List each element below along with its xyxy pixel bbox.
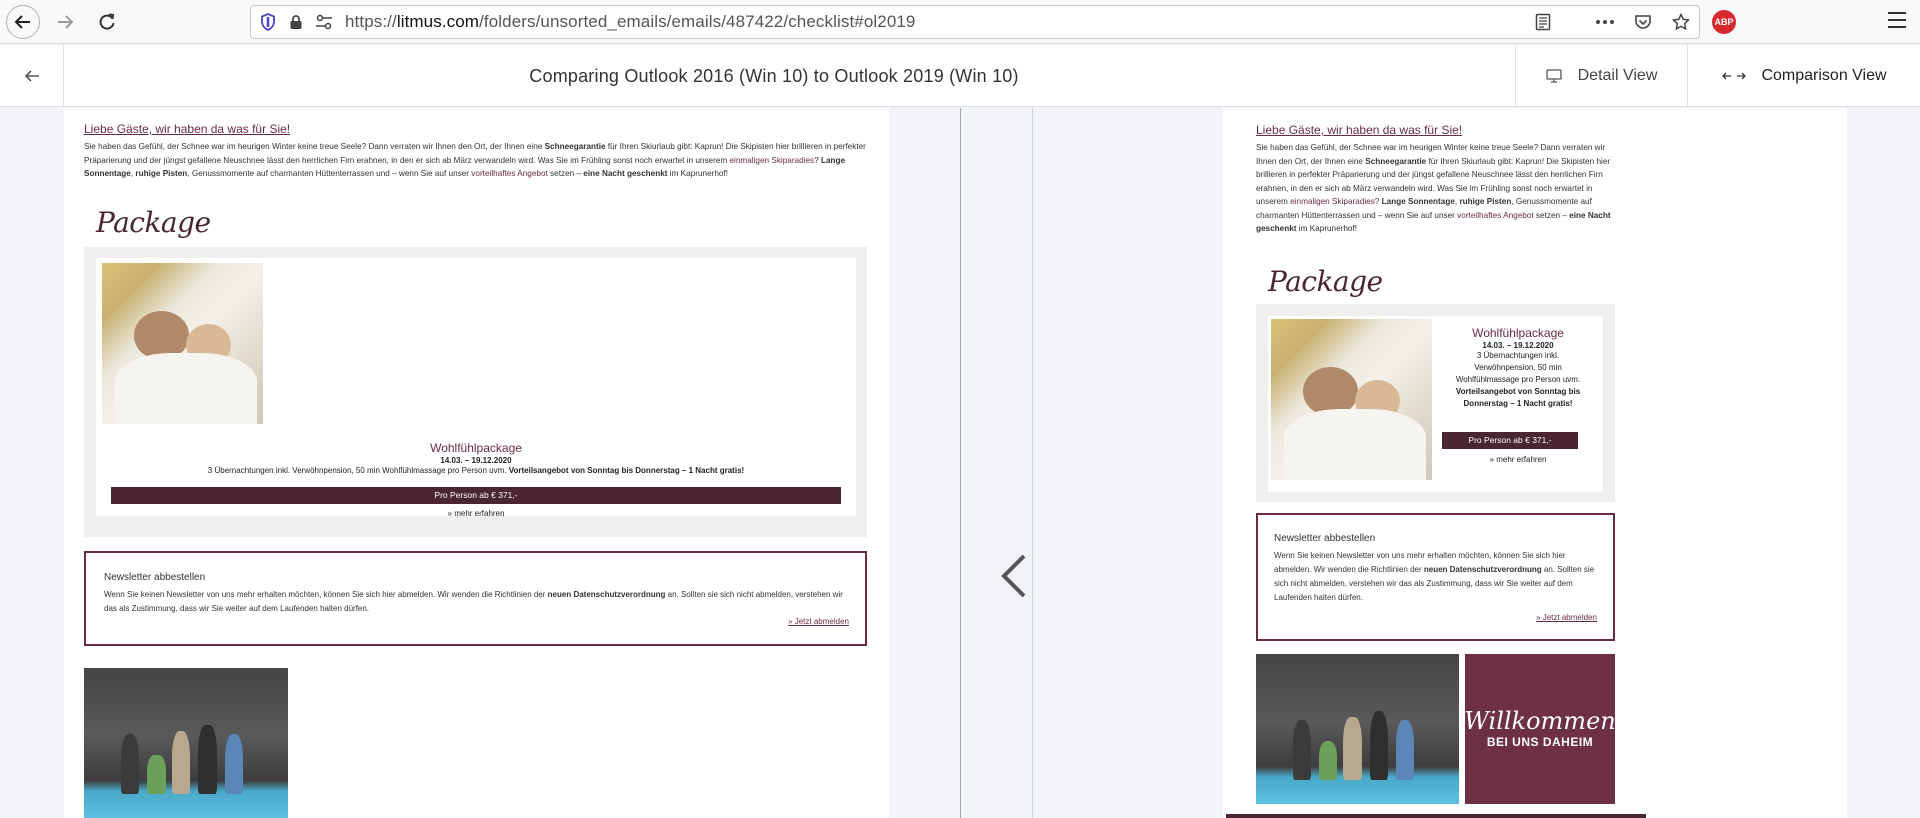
package-name: Wohlfühlpackage <box>430 441 522 455</box>
adblock-plus-icon[interactable]: ABP <box>1712 10 1736 34</box>
price-button[interactable]: Pro Person ab € 371,- <box>1442 432 1578 449</box>
newsletter-text: Wenn Sie keinen Newsletter von uns mehr … <box>104 590 843 613</box>
intro-section: Liebe Gäste, wir haben da was für Sie! S… <box>84 122 874 181</box>
family-photo <box>1256 654 1459 804</box>
more-info-link[interactable]: » mehr erfahren <box>96 509 856 518</box>
monitor-icon <box>1545 69 1562 83</box>
package-heading: Package <box>1268 265 1383 298</box>
package-date: 14.03. – 19.12.2020 <box>440 456 512 465</box>
family-photo <box>84 668 288 818</box>
newsletter-box: Newsletter abbestellen Wenn Sie keinen N… <box>1256 513 1615 641</box>
tracking-shield-icon[interactable] <box>257 11 279 33</box>
newsletter-title: Newsletter abbestellen <box>104 572 206 583</box>
detail-view-button[interactable]: Detail View <box>1515 45 1687 107</box>
left-preview-pane[interactable]: Liebe Gäste, wir haben da was für Sie! S… <box>64 108 889 818</box>
reload-icon[interactable] <box>90 5 124 39</box>
comparison-view-button[interactable]: Comparison View <box>1687 45 1920 107</box>
back-arrow-icon <box>24 70 39 82</box>
comparison-header: Comparing Outlook 2016 (Win 10) to Outlo… <box>0 45 1920 107</box>
permissions-icon[interactable] <box>313 11 335 33</box>
unsubscribe-link[interactable]: » Jetzt abmelden <box>1536 613 1597 622</box>
package-description: 3 Übernachtungen inkl. Verwöhnpension, 5… <box>1455 351 1581 408</box>
newsletter-text: Wenn Sie keinen Newsletter von uns mehr … <box>1274 551 1595 602</box>
detail-view-label: Detail View <box>1577 67 1658 84</box>
url-text[interactable]: https://litmus.com/folders/unsorted_emai… <box>345 12 915 32</box>
package-date: 14.03. – 19.12.2020 <box>1482 341 1554 350</box>
chevron-left-icon[interactable] <box>996 550 1032 602</box>
intro-text: Sie haben das Gefühl, der Schnee war im … <box>1256 143 1611 234</box>
back-button[interactable] <box>0 45 64 107</box>
page-actions-icon[interactable] <box>1593 10 1617 34</box>
newsletter-title: Newsletter abbestellen <box>1274 533 1376 544</box>
more-info-link[interactable]: » mehr erfahren <box>1438 455 1598 464</box>
middle-gutter <box>961 108 1033 818</box>
price-button[interactable]: Pro Person ab € 371,- <box>111 487 841 504</box>
welcome-script: Willkommen <box>1464 707 1616 735</box>
package-description: 3 Übernachtungen inkl. Verwöhnpension, 5… <box>207 466 745 475</box>
package-name: Wohlfühlpackage <box>1472 326 1564 340</box>
forward-arrow-icon[interactable] <box>48 5 82 39</box>
package-photo <box>1271 319 1432 480</box>
package-photo <box>102 263 263 424</box>
package-card: Wohlfühlpackage 14.03. – 19.12.2020 3 Üb… <box>1256 304 1615 502</box>
page-title: Comparing Outlook 2016 (Win 10) to Outlo… <box>529 65 1019 86</box>
footer-bar <box>1226 814 1646 818</box>
compare-arrows-icon <box>1722 72 1747 80</box>
intro-title[interactable]: Liebe Gäste, wir haben da was für Sie! <box>84 122 874 136</box>
unsubscribe-link[interactable]: » Jetzt abmelden <box>788 617 849 626</box>
welcome-banner: Willkommen BEI UNS DAHEIM <box>1464 654 1616 804</box>
lock-icon[interactable] <box>285 11 307 33</box>
intro-section: Liebe Gäste, wir haben da was für Sie! S… <box>1256 123 1616 236</box>
right-preview-pane[interactable]: Liebe Gäste, wir haben da was für Sie! S… <box>1223 108 1847 818</box>
welcome-subtitle: BEI UNS DAHEIM <box>1486 735 1594 749</box>
package-heading: Package <box>96 206 211 239</box>
address-bar[interactable]: https://litmus.com/folders/unsorted_emai… <box>250 5 1700 39</box>
package-card: Wohlfühlpackage 14.03. – 19.12.2020 3 Üb… <box>84 247 867 537</box>
left-gutter <box>889 108 961 818</box>
intro-title[interactable]: Liebe Gäste, wir haben da was für Sie! <box>1256 123 1616 137</box>
comparison-view-label: Comparison View <box>1761 67 1887 84</box>
far-right-gutter <box>1847 108 1920 818</box>
pocket-icon[interactable] <box>1631 10 1655 34</box>
browser-toolbar: https://litmus.com/folders/unsorted_emai… <box>0 0 1920 44</box>
intro-text: Sie haben das Gefühl, der Schnee war im … <box>84 142 866 179</box>
newsletter-box: Newsletter abbestellen Wenn Sie keinen N… <box>84 551 867 646</box>
menu-icon[interactable] <box>1888 12 1906 30</box>
right-gutter <box>1033 108 1223 818</box>
reader-view-icon[interactable] <box>1531 10 1555 34</box>
back-arrow-icon[interactable] <box>6 4 40 39</box>
bookmark-star-icon[interactable] <box>1669 10 1693 34</box>
